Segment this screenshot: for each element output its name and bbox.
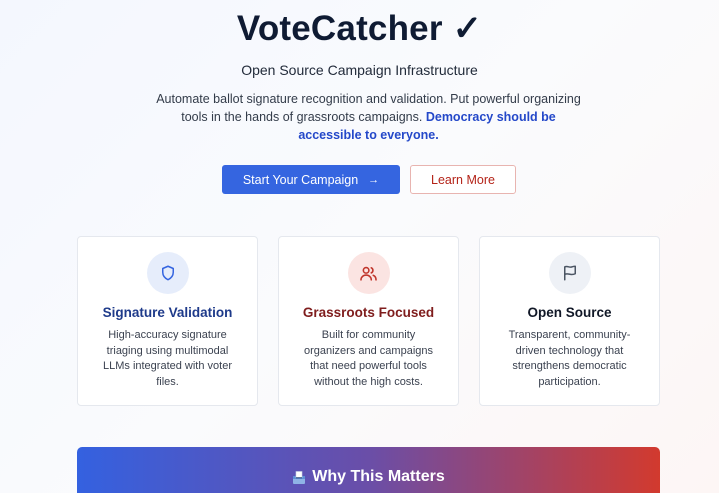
users-icon bbox=[347, 252, 390, 294]
feature-title: Grassroots Focused bbox=[302, 305, 435, 320]
learn-more-label: Learn More bbox=[431, 172, 495, 187]
feature-card-grassroots-focused: Grassroots Focused Built for community o… bbox=[278, 236, 459, 406]
feature-text: Transparent, community-driven technology… bbox=[508, 329, 631, 388]
hero-title: VoteCatcher ✓ bbox=[236, 9, 483, 48]
shield-icon bbox=[146, 252, 189, 294]
start-campaign-button[interactable]: Start Your Campaign → bbox=[222, 165, 400, 194]
banner-title: Why This Matters bbox=[312, 468, 445, 485]
start-campaign-label: Start Your Campaign bbox=[242, 172, 359, 187]
learn-more-button[interactable]: Learn More bbox=[410, 165, 516, 194]
arrow-right-icon: → bbox=[368, 173, 380, 186]
banner-heading: Why This Matters bbox=[77, 468, 660, 486]
flag-icon bbox=[548, 252, 591, 294]
hero-subtitle: Open Source Campaign Infrastructure bbox=[241, 62, 478, 78]
feature-card-open-source: Open Source Transparent, community-drive… bbox=[479, 236, 660, 406]
ballot-box-icon bbox=[292, 470, 306, 484]
feature-card-signature-validation: Signature Validation High-accuracy signa… bbox=[77, 236, 258, 406]
feature-text: Built for community organizers and campa… bbox=[303, 329, 434, 388]
feature-title: Signature Validation bbox=[102, 305, 233, 320]
why-this-matters-banner: Why This Matters bbox=[77, 447, 660, 493]
feature-title: Open Source bbox=[527, 305, 612, 320]
hero-description: Automate ballot signature recognition an… bbox=[150, 90, 587, 144]
feature-text: High-accuracy signature triaging using m… bbox=[102, 329, 232, 388]
